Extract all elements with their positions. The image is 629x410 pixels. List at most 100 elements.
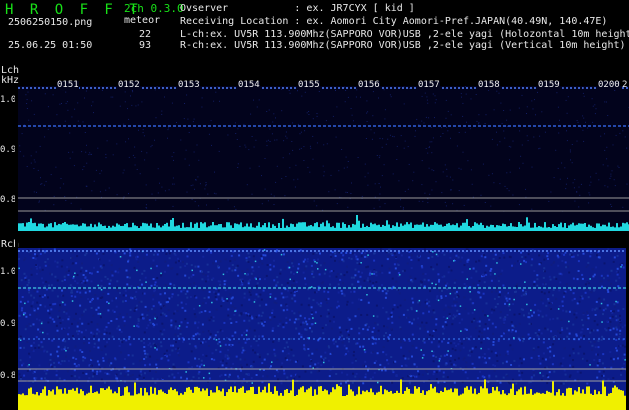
rch-noise-bar (342, 396, 344, 410)
rch-noise-dot (140, 300, 143, 303)
rch-noise-dot (396, 260, 399, 263)
rch-noise-dot (304, 267, 307, 270)
rch-noise-bar (218, 390, 220, 410)
rch-noise-dot (154, 281, 157, 284)
rch-noise-bar (532, 394, 534, 410)
lch-noise-bar (116, 223, 118, 231)
rch-noise-dot (372, 351, 375, 353)
rch-noise-dot (410, 267, 413, 270)
rch-noise-dot (412, 301, 415, 304)
rch-noise-dot (492, 341, 495, 343)
rch-noise-dot (176, 310, 179, 312)
rch-noise-dot (446, 288, 449, 291)
rch-noise-dot (173, 376, 176, 379)
rch-noise-bar (268, 383, 270, 410)
lch-noise-dot (309, 171, 311, 173)
rch-noise-bar (418, 387, 420, 410)
rch-noise-dot (495, 354, 498, 357)
rch-noise-dot (422, 312, 425, 315)
rch-noise-dot (426, 370, 429, 373)
lch-noise-dot (65, 91, 67, 93)
rch-noise-dot (274, 297, 277, 300)
rch-noise-dot (62, 294, 65, 297)
rch-noise-bar (278, 395, 280, 410)
rch-noise-dot (520, 251, 523, 254)
rch-noise-dot (596, 376, 599, 379)
rch-noise-dot (97, 306, 100, 309)
rch-noise-dot (552, 294, 554, 297)
rch-noise-dot (36, 290, 39, 293)
rch-noise-dot (537, 355, 540, 358)
lch-noise-dot (304, 91, 306, 93)
lch-noise-dot (435, 181, 437, 183)
rch-noise-dot (90, 299, 93, 302)
rch-noise-dot (393, 252, 396, 255)
rch-noise-dot (340, 338, 343, 341)
lch-noise-dot (526, 113, 527, 114)
rch-noise-dot (286, 319, 289, 322)
lch-noise-dot (604, 133, 605, 135)
rch-noise-bar (518, 389, 520, 410)
rch-noise-dot (60, 348, 63, 351)
rch-noise-dot (200, 363, 203, 366)
rch-noise-dot (56, 261, 59, 264)
rch-noise-dot (298, 332, 301, 335)
rch-noise-dot (424, 273, 427, 275)
rch-noise-dot (548, 291, 551, 294)
rch-noise-dot (171, 373, 174, 376)
rch-noise-dot (573, 313, 576, 316)
rch-noise-dot (408, 350, 411, 353)
rch-noise-dot (238, 254, 241, 257)
rch-noise-dot (24, 257, 27, 260)
lch-noise-dot (416, 118, 418, 120)
lch-noise-dot (574, 200, 576, 202)
rch-noise-dot (143, 358, 146, 360)
rch-noise-bar (448, 389, 450, 410)
rch-noise-dot (581, 277, 584, 280)
rch-noise-dot (243, 319, 246, 322)
lch-noise-bar (514, 226, 516, 231)
lch-noise-dot (531, 88, 533, 90)
rch-noise-dot (67, 269, 70, 272)
rch-noise-speck (524, 281, 526, 283)
rch-noise-bar (260, 392, 262, 410)
rch-noise-dot (297, 318, 300, 321)
rch-noise-dot (544, 327, 547, 330)
rch-noise-dot (192, 334, 195, 337)
rch-noise-dot (428, 300, 431, 303)
rch-noise-dot (53, 320, 56, 323)
rch-noise-dot (78, 376, 81, 379)
lch-noise-dot (264, 158, 266, 159)
rch-noise-dot (54, 275, 57, 278)
rch-noise-dot (219, 350, 222, 353)
rch-noise-dot (420, 283, 423, 286)
rch-noise-dot (135, 258, 138, 261)
lch-noise-dot (210, 120, 212, 122)
rch-noise-dot (221, 330, 224, 333)
rch-noise-bar (84, 395, 86, 410)
lch-noise-dot (157, 168, 159, 170)
rch-noise-dot (594, 308, 597, 311)
rch-noise-dot (366, 313, 369, 316)
rch-noise-dot (578, 300, 581, 303)
observer-info: Ovserver : ex. JR7CYX [ kid ] (180, 3, 415, 14)
rch-noise-bar (150, 386, 152, 410)
lch-noise-bar (572, 222, 574, 231)
rch-noise-speck (185, 371, 187, 373)
lch-noise-dot (266, 145, 268, 147)
rch-noise-dot (231, 269, 234, 272)
rch-noise-dot (21, 296, 24, 298)
rch-noise-dot (437, 381, 440, 384)
rch-noise-dot (399, 328, 402, 331)
lch-noise-dot (289, 92, 291, 94)
rch-noise-dot (170, 344, 172, 347)
rch-noise-dot (489, 269, 492, 272)
rch-noise-dot (455, 314, 458, 317)
rch-noise-dot (97, 312, 100, 315)
lch-noise-bar (122, 225, 124, 231)
lch-noise-bar (394, 226, 396, 231)
rch-noise-dot (597, 339, 600, 342)
lch-noise-dot (373, 132, 375, 134)
lch-noise-bar (74, 224, 76, 231)
lch-noise-dot (400, 135, 402, 137)
